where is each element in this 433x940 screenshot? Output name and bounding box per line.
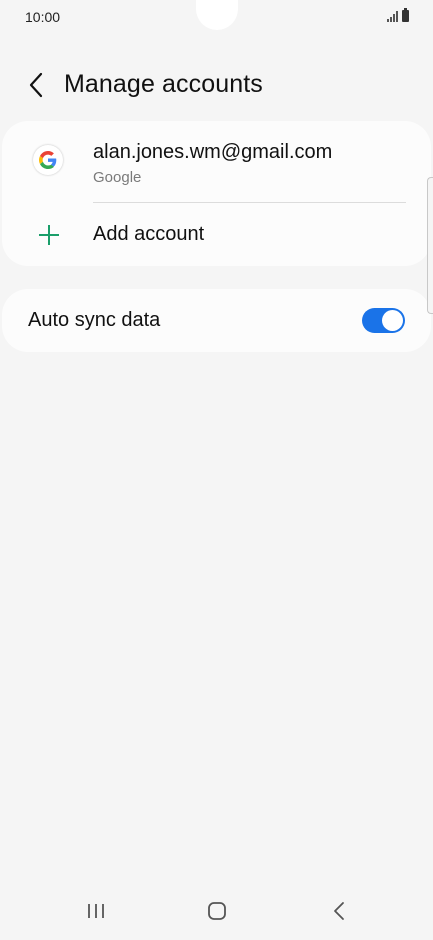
- battery-icon: [402, 8, 409, 22]
- home-icon: [208, 902, 226, 920]
- scroll-indicator[interactable]: [427, 177, 433, 314]
- chevron-left-icon: [29, 72, 43, 98]
- toggle-knob: [382, 310, 403, 331]
- account-email: alan.jones.wm@gmail.com: [93, 141, 333, 163]
- nav-back-button[interactable]: [319, 896, 359, 926]
- status-bar: 10:00: [0, 0, 433, 34]
- add-account-button[interactable]: Add account: [2, 203, 431, 266]
- back-button[interactable]: [20, 68, 52, 102]
- page-title: Manage accounts: [64, 70, 263, 98]
- auto-sync-toggle[interactable]: [362, 308, 405, 333]
- recents-button[interactable]: [76, 896, 116, 926]
- plus-icon: [39, 225, 59, 245]
- app-header: Manage accounts: [0, 60, 433, 110]
- home-button[interactable]: [197, 896, 237, 926]
- signal-icon: [387, 11, 398, 22]
- navigation-bar: [0, 886, 433, 940]
- auto-sync-card: Auto sync data: [2, 289, 431, 352]
- accounts-card: alan.jones.wm@gmail.com Google Add accou…: [2, 121, 431, 266]
- recents-icon: [88, 904, 104, 918]
- status-icons: [387, 8, 409, 22]
- account-type: Google: [93, 169, 142, 186]
- add-account-label: Add account: [93, 223, 205, 245]
- auto-sync-label: Auto sync data: [28, 309, 161, 331]
- camera-notch: [196, 0, 238, 30]
- back-icon: [334, 902, 344, 920]
- account-item-google[interactable]: alan.jones.wm@gmail.com Google: [2, 121, 431, 203]
- google-icon: [33, 145, 63, 175]
- status-time: 10:00: [25, 9, 61, 25]
- auto-sync-row[interactable]: Auto sync data: [2, 289, 431, 352]
